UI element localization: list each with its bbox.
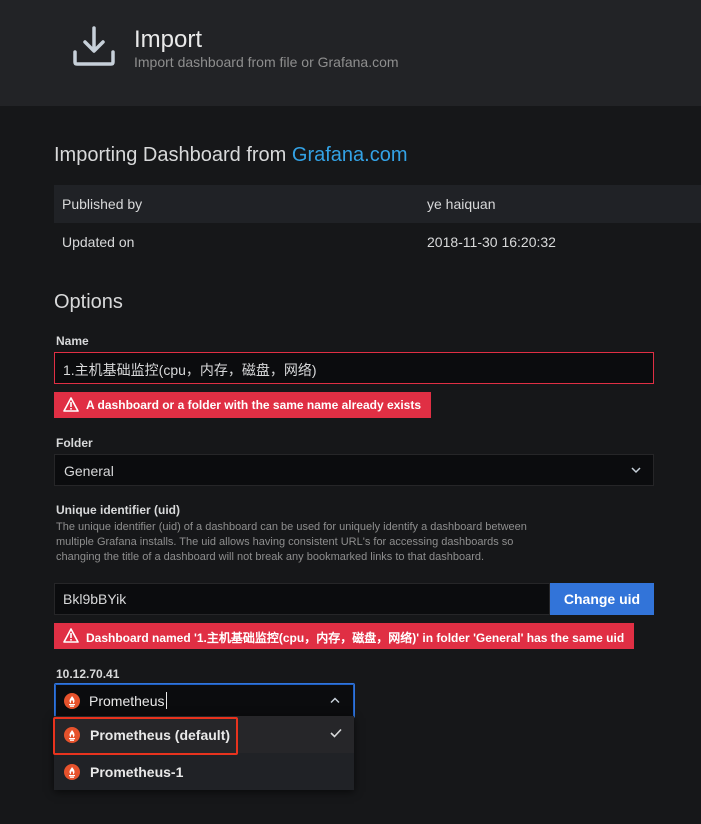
updated-on-label: Updated on — [62, 234, 135, 250]
page-title: Import — [134, 26, 203, 53]
chevron-up-icon — [330, 697, 340, 704]
name-input[interactable]: 1.主机基础监控(cpu，内存，磁盘，网络) — [54, 352, 654, 384]
importing-title: Importing Dashboard from Grafana.com — [54, 144, 408, 167]
uid-error-text: Dashboard named '1.主机基础监控(cpu，内存，磁盘，网络)'… — [86, 631, 625, 645]
datasource-label: 10.12.70.41 — [56, 667, 120, 681]
uid-label: Unique identifier (uid) — [56, 503, 180, 517]
text-caret — [166, 692, 167, 709]
prometheus-icon — [64, 764, 80, 780]
datasource-option-label: Prometheus-1 — [90, 764, 184, 780]
page-subtitle: Import dashboard from file or Grafana.co… — [134, 54, 399, 70]
warning-icon — [63, 628, 79, 643]
prometheus-icon — [64, 693, 80, 709]
folder-select[interactable]: General — [54, 454, 654, 486]
datasource-option-prometheus-default[interactable]: Prometheus (default) — [54, 716, 354, 753]
name-error-badge: A dashboard or a folder with the same na… — [54, 392, 431, 418]
uid-description: The unique identifier (uid) of a dashboa… — [56, 521, 527, 563]
datasource-dropdown-menu: Prometheus (default) Prometheus-1 — [54, 716, 354, 790]
published-by-row: Published by ye haiquan — [54, 185, 701, 223]
updated-on-row: Updated on 2018-11-30 16:20:32 — [54, 223, 701, 261]
name-error-text: A dashboard or a folder with the same na… — [86, 398, 421, 412]
warning-icon — [63, 397, 79, 412]
importing-title-prefix: Importing Dashboard from — [54, 144, 292, 166]
page-header: Import Import dashboard from file or Gra… — [0, 0, 701, 106]
folder-select-value: General — [64, 463, 114, 479]
prometheus-icon — [64, 727, 80, 743]
download-icon — [73, 26, 115, 66]
check-icon — [330, 728, 342, 738]
name-label: Name — [56, 334, 89, 348]
datasource-option-prometheus-1[interactable]: Prometheus-1 — [54, 753, 354, 790]
updated-on-value: 2018-11-30 16:20:32 — [427, 234, 556, 250]
grafana-com-link[interactable]: Grafana.com — [292, 144, 408, 166]
options-title: Options — [54, 291, 123, 313]
datasource-option-label: Prometheus (default) — [90, 727, 231, 743]
published-by-value: ye haiquan — [427, 196, 496, 212]
published-by-label: Published by — [62, 196, 143, 212]
uid-error-badge: Dashboard named '1.主机基础监控(cpu，内存，磁盘，网络)'… — [54, 623, 635, 649]
datasource-select[interactable]: Prometheus — [54, 683, 355, 718]
folder-label: Folder — [56, 436, 93, 450]
chevron-down-icon — [631, 467, 641, 474]
change-uid-button[interactable]: Change uid — [550, 583, 654, 615]
uid-input[interactable]: Bkl9bBYik — [54, 583, 550, 615]
datasource-input-text: Prometheus — [89, 693, 165, 709]
